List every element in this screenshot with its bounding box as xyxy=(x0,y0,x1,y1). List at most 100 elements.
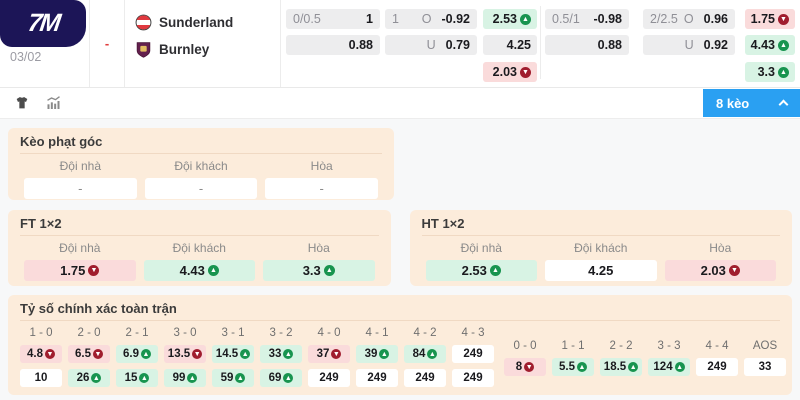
ht-odds-cell[interactable]: 2.03 xyxy=(664,260,776,281)
7m-logo[interactable]: 7M xyxy=(0,0,86,47)
score-column: 3 - 0 13.5 99 xyxy=(164,327,206,393)
score-draw-grid: 0 - 0 8 1 - 1 5.5 xyxy=(504,340,786,393)
corner-odds-cell[interactable]: - xyxy=(265,178,379,199)
ht-1x2-away-odds[interactable]: 4.25 xyxy=(483,35,537,55)
ht-1x2-panel: HT 1×2 Đội nhà 2.53 Đội khách xyxy=(409,210,792,286)
column-header: Đội nhà xyxy=(59,159,102,173)
ht-odds-columns: Đội nhà 2.53 Đội khách 4.25 xyxy=(422,241,781,281)
teams-column: Sunderland Burnley xyxy=(125,0,281,87)
score-odds-cell[interactable]: 14.5 xyxy=(212,345,254,363)
score-odds-cell[interactable]: 5.5 xyxy=(552,358,594,376)
trend-icon xyxy=(674,362,685,372)
ft-handicap-away-odds[interactable]: 0.88 xyxy=(545,35,629,55)
match-date: 03/02 xyxy=(10,50,42,64)
ht-total-over-odds[interactable]: 1 O -0.92 xyxy=(385,9,477,29)
away-team-name: Burnley xyxy=(159,42,210,57)
score-label: 2 - 0 xyxy=(77,327,101,339)
score-odds-cell[interactable]: 10 xyxy=(20,369,62,387)
odds-column: Đội nhà 2.53 xyxy=(422,241,542,281)
trend-icon xyxy=(728,265,740,276)
ht-handicap-home-odds[interactable]: 0/0.5 1 xyxy=(286,9,380,29)
score-odds-cell[interactable]: 13.5 xyxy=(164,345,206,363)
trend-icon xyxy=(520,13,531,25)
score-label: 4 - 4 xyxy=(705,340,729,352)
score-odds-cell[interactable]: 37 xyxy=(308,345,350,363)
bets-count-button[interactable]: 8 kèo xyxy=(703,89,800,117)
trend-icon xyxy=(577,362,587,372)
column-header: Đội khách xyxy=(174,159,228,173)
score-odds-cell[interactable]: 8 xyxy=(504,358,546,376)
trend-icon xyxy=(235,373,246,383)
score-main-grid: 1 - 0 4.8 10 2 - 0 6.5 xyxy=(20,327,494,393)
ht-1x2-home-odds[interactable]: 2.53 xyxy=(483,9,537,29)
trend-icon xyxy=(91,373,102,383)
score-odds-cell[interactable]: 249 xyxy=(404,369,446,387)
score-odds-cell[interactable]: 69 xyxy=(260,369,302,387)
trend-icon xyxy=(778,39,789,51)
score-odds-cell[interactable]: 6.5 xyxy=(68,345,110,363)
logo-text: 7M xyxy=(25,9,61,37)
score-odds-cell[interactable]: 6.9 xyxy=(116,345,158,363)
score-odds-cell[interactable]: 33 xyxy=(744,358,786,376)
corner-odds-cell[interactable]: - xyxy=(144,178,258,199)
score-odds-cell[interactable]: 84 xyxy=(404,345,446,363)
trend-icon xyxy=(628,362,639,372)
ft-odds-cell[interactable]: 3.3 xyxy=(263,260,375,281)
score-odds-cell[interactable]: 249 xyxy=(452,345,494,363)
score-odds-cell[interactable]: 18.5 xyxy=(600,358,642,376)
ft-ht-row: FT 1×2 Đội nhà 1.75 Đội khách xyxy=(8,210,792,286)
trend-icon xyxy=(88,265,100,276)
score-column: 4 - 0 37 249 xyxy=(308,327,350,393)
odds-column: Đội nhà - xyxy=(20,159,141,199)
score-odds-cell[interactable]: 124 xyxy=(648,358,690,376)
score-odds-cell[interactable]: 33 xyxy=(260,345,302,363)
stats-chart-icon[interactable] xyxy=(45,95,62,111)
score-odds-cell[interactable]: 59 xyxy=(212,369,254,387)
score-column: 4 - 4 249 xyxy=(696,340,738,393)
trend-icon xyxy=(45,349,55,359)
score-column: 3 - 1 14.5 59 xyxy=(212,327,254,393)
trend-icon xyxy=(331,349,342,359)
score-label: 4 - 2 xyxy=(413,327,437,339)
score-column: 2 - 2 18.5 xyxy=(600,340,642,393)
ht-total-under-odds[interactable]: U 0.79 xyxy=(385,35,477,55)
odds-group-divider xyxy=(540,6,541,79)
ft-handicap-home-odds[interactable]: 0.5/1 -0.98 xyxy=(545,9,629,29)
score-odds-cell[interactable]: 249 xyxy=(308,369,350,387)
score-label: 3 - 2 xyxy=(269,327,293,339)
score-odds-cell[interactable]: 99 xyxy=(164,369,206,387)
trend-icon xyxy=(778,66,789,78)
sunderland-crest-icon xyxy=(135,14,152,31)
ht-1x2-draw-odds[interactable]: 2.03 xyxy=(483,62,537,82)
ft-1x2-home-odds[interactable]: 1.75 xyxy=(745,9,795,29)
ft-1x2-draw-odds[interactable]: 3.3 xyxy=(745,62,795,82)
corner-odds-cell[interactable]: - xyxy=(24,178,137,199)
score-odds-cell[interactable]: 249 xyxy=(696,358,738,376)
ft-odds-cell[interactable]: 4.43 xyxy=(143,260,255,281)
ft-1x2-away-odds[interactable]: 4.43 xyxy=(745,35,795,55)
ft-total-over-odds[interactable]: 2/2.5 O 0.96 xyxy=(643,9,735,29)
ht-odds-cell[interactable]: 2.53 xyxy=(425,260,537,281)
column-header: Đội khách xyxy=(172,241,226,255)
away-team[interactable]: Burnley xyxy=(135,41,280,58)
ft-odds-cell[interactable]: 1.75 xyxy=(24,260,136,281)
score-label: 1 - 1 xyxy=(561,340,585,352)
ht-odds-cell[interactable]: 4.25 xyxy=(545,260,657,281)
score-odds-cell[interactable]: 39 xyxy=(356,345,398,363)
jersey-icon[interactable] xyxy=(14,95,30,111)
score-odds-cell[interactable]: 249 xyxy=(356,369,398,387)
ft-odds-columns: Đội nhà 1.75 Đội khách 4.43 xyxy=(20,241,379,281)
score-odds-cell[interactable]: 15 xyxy=(116,369,158,387)
score-odds-cell[interactable]: 26 xyxy=(68,369,110,387)
score-odds-cell[interactable]: 4.8 xyxy=(20,345,62,363)
panel-title: Tỷ số chính xác toàn trận xyxy=(20,301,780,321)
score-column: 0 - 0 8 xyxy=(504,340,546,393)
score-odds-cell[interactable]: 249 xyxy=(452,369,494,387)
trend-icon xyxy=(323,265,335,276)
trend-icon xyxy=(520,66,531,78)
home-team[interactable]: Sunderland xyxy=(135,14,280,31)
score-label: AOS xyxy=(752,340,778,352)
ft-total-under-odds[interactable]: U 0.92 xyxy=(643,35,735,55)
ht-handicap-away-odds[interactable]: 0.88 xyxy=(286,35,380,55)
correct-score-body: 1 - 0 4.8 10 2 - 0 6.5 xyxy=(20,327,786,393)
